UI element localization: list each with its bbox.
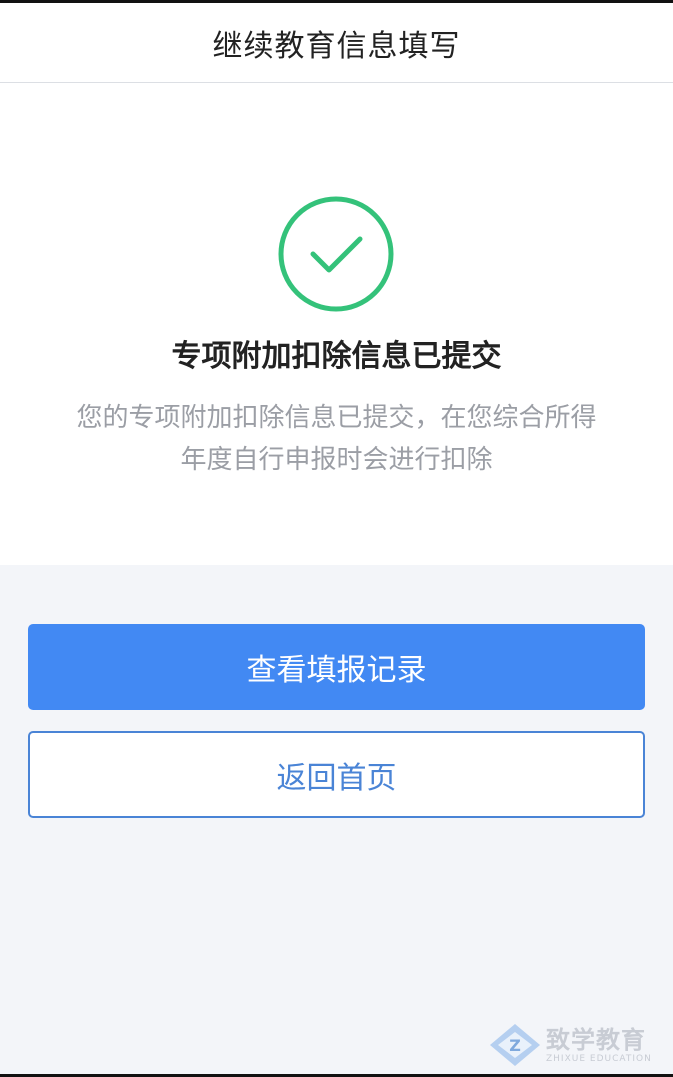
result-description-line-2: 年度自行申报时会进行扣除 (180, 445, 493, 475)
back-home-button[interactable]: 返回首页 (28, 731, 645, 818)
view-records-label: 查看填报记录 (246, 653, 427, 688)
view-records-button[interactable]: 查看填报记录 (28, 624, 645, 710)
page-header: 继续教育信息填写 (0, 3, 673, 83)
result-title: 专项附加扣除信息已提交 (171, 339, 502, 374)
watermark: Z 致学教育 ZHIXUE EDUCATION (488, 1021, 658, 1069)
check-circle-icon (278, 196, 394, 312)
zhixue-logo-icon: Z (490, 1024, 540, 1066)
page-title: 继续教育信息填写 (212, 28, 461, 64)
svg-text:Z: Z (509, 1036, 521, 1055)
result-description: 您的专项附加扣除信息已提交，在您综合所得 年度自行申报时会进行扣除 (40, 397, 633, 481)
back-home-label: 返回首页 (276, 760, 397, 796)
watermark-name-en: ZHIXUE EDUCATION (546, 1054, 652, 1064)
result-description-line-1: 您的专项附加扣除信息已提交，在您综合所得 (76, 403, 597, 433)
result-panel: 专项附加扣除信息已提交 您的专项附加扣除信息已提交，在您综合所得 年度自行申报时… (0, 83, 673, 565)
watermark-name: 致学教育 (546, 1026, 646, 1054)
